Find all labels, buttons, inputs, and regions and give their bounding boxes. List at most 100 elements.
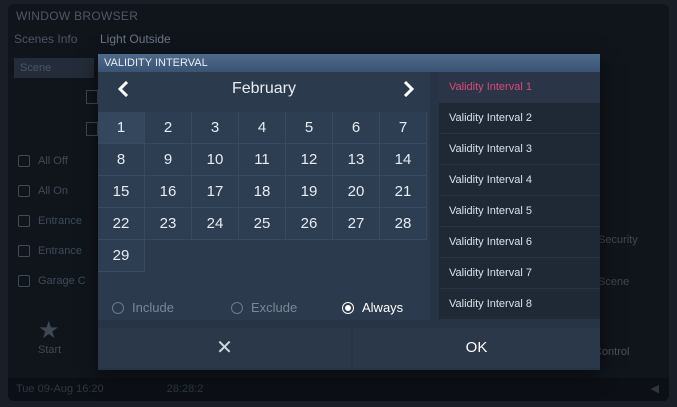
background-list-item: All On xyxy=(18,176,86,206)
background-item-label: Garage C xyxy=(38,275,86,287)
calendar-day[interactable]: 12 xyxy=(286,144,333,176)
calendar-day[interactable]: 13 xyxy=(333,144,380,176)
interval-item[interactable]: Validity Interval 2 xyxy=(439,103,600,134)
background-row-value: Light Outside xyxy=(100,32,171,46)
interval-item[interactable]: Validity Interval 5 xyxy=(439,196,600,227)
background-list-item: Garage C xyxy=(18,266,86,296)
background-list-item: Entrance xyxy=(18,206,86,236)
status-bar: Tue 09-Aug 16:20 28:28:2 ◀ xyxy=(8,378,669,401)
calendar-day[interactable]: 21 xyxy=(380,176,427,208)
calendar-day[interactable]: 7 xyxy=(380,112,427,144)
calendar-day[interactable]: 2 xyxy=(145,112,192,144)
background-row: Scenes Info Light Outside xyxy=(14,32,171,46)
calendar-day[interactable]: 3 xyxy=(192,112,239,144)
background-title: WINDOW BROWSER xyxy=(16,9,139,23)
speaker-icon: ◀ xyxy=(650,383,659,395)
next-month-button[interactable] xyxy=(396,77,420,101)
interval-label: Validity Interval 6 xyxy=(449,236,532,248)
month-navigation: February xyxy=(98,72,430,106)
exclude-radio[interactable]: Exclude xyxy=(231,300,297,315)
dialog-title: VALIDITY INTERVAL xyxy=(98,54,600,72)
calendar-day[interactable]: 17 xyxy=(192,176,239,208)
checkbox-icon xyxy=(18,185,30,197)
background-right-label: Security xyxy=(598,234,638,246)
checkbox-icon xyxy=(18,215,30,227)
always-label: Always xyxy=(362,300,404,315)
calendar-day[interactable]: 27 xyxy=(333,208,380,240)
calendar-day[interactable]: 1 xyxy=(98,112,145,144)
interval-item[interactable]: Validity Interval 6 xyxy=(439,227,600,258)
calendar-day[interactable]: 23 xyxy=(145,208,192,240)
status-datetime: Tue 09-Aug 16:20 xyxy=(16,383,104,395)
ok-button[interactable]: OK xyxy=(353,328,600,368)
calendar-day[interactable]: 6 xyxy=(333,112,380,144)
interval-item[interactable]: Validity Interval 4 xyxy=(439,165,600,196)
calendar-day[interactable]: 19 xyxy=(286,176,333,208)
interval-label: Validity Interval 2 xyxy=(449,112,532,124)
chevron-right-icon xyxy=(403,81,414,97)
exclude-label: Exclude xyxy=(251,300,298,315)
document-icon xyxy=(86,90,98,104)
calendar-day[interactable]: 25 xyxy=(239,208,286,240)
validity-interval-dialog: VALIDITY INTERVAL February 1 2 3 4 5 6 7 8 9 10 11… xyxy=(98,54,600,370)
radio-icon xyxy=(342,301,354,314)
status-counter: 28:28:2 xyxy=(166,383,204,395)
calendar-day[interactable]: 16 xyxy=(145,176,192,208)
calendar-day[interactable]: 4 xyxy=(239,112,286,144)
calendar-day[interactable]: 10 xyxy=(192,144,239,176)
calendar-day[interactable]: 8 xyxy=(98,144,145,176)
close-icon: ✕ xyxy=(216,337,233,359)
cancel-button[interactable]: ✕ xyxy=(98,328,351,368)
checkbox-icon xyxy=(18,155,30,167)
document-icon xyxy=(86,122,98,136)
interval-label: Validity Interval 8 xyxy=(449,298,532,310)
interval-item[interactable]: Validity Interval 7 xyxy=(439,258,600,289)
background-list: All Off All On Entrance Entrance Garage … xyxy=(18,146,86,296)
background-item-label: Entrance xyxy=(38,215,83,227)
checkbox-icon xyxy=(18,245,30,257)
interval-item[interactable]: Validity Interval 8 xyxy=(439,289,600,320)
chevron-left-icon xyxy=(118,81,129,97)
radio-icon xyxy=(231,301,243,314)
calendar-day[interactable]: 18 xyxy=(239,176,286,208)
previous-month-button[interactable] xyxy=(112,77,136,101)
background-right-label: Scene xyxy=(598,276,630,288)
calendar-day[interactable]: 9 xyxy=(145,144,192,176)
month-label: February xyxy=(231,80,297,97)
background-item-label: All On xyxy=(38,185,68,197)
include-label: Include xyxy=(132,300,174,315)
background-item-label: Entrance xyxy=(38,245,83,257)
star-icon: ★ xyxy=(38,317,60,344)
background-tab: Scene xyxy=(14,58,94,78)
interval-label: Validity Interval 4 xyxy=(449,174,532,186)
interval-label: Validity Interval 3 xyxy=(449,143,532,155)
interval-item[interactable]: Validity Interval 3 xyxy=(439,134,600,165)
calendar-day[interactable]: 15 xyxy=(98,176,145,208)
background-list-item: All Off xyxy=(18,146,86,176)
calendar-day[interactable]: 29 xyxy=(98,240,145,272)
background-row-label: Scenes Info xyxy=(14,32,78,46)
background-start-label: Start xyxy=(38,344,62,356)
interval-label: Validity Interval 5 xyxy=(449,205,532,217)
calendar-day[interactable]: 5 xyxy=(286,112,333,144)
include-radio[interactable]: Include xyxy=(112,300,174,315)
calendar-day[interactable]: 24 xyxy=(192,208,239,240)
calendar: February 1 2 3 4 5 6 7 8 9 10 11 12 13 14 15 16 17 18 19 20… xyxy=(98,72,430,320)
interval-label: Validity Interval 7 xyxy=(449,267,532,279)
interval-label: Validity Interval 1 xyxy=(449,81,532,93)
dialog-footer: ✕ OK xyxy=(98,320,600,370)
always-radio[interactable]: Always xyxy=(342,300,403,315)
calendar-day[interactable]: 20 xyxy=(333,176,380,208)
calendar-day[interactable]: 26 xyxy=(286,208,333,240)
calendar-day[interactable]: 14 xyxy=(380,144,427,176)
calendar-day[interactable]: 22 xyxy=(98,208,145,240)
calendar-day[interactable]: 11 xyxy=(239,144,286,176)
calendar-day[interactable]: 28 xyxy=(380,208,427,240)
checkbox-icon xyxy=(18,275,30,287)
interval-list: Validity Interval 1 Validity Interval 2 Va… xyxy=(439,72,600,320)
radio-icon xyxy=(112,301,124,314)
interval-item[interactable]: Validity Interval 1 xyxy=(439,72,600,103)
device-screen: WINDOW BROWSER Scenes Info Light Outside… xyxy=(8,4,669,401)
background-list-item: Entrance xyxy=(18,236,86,266)
background-item-label: All Off xyxy=(38,155,68,167)
